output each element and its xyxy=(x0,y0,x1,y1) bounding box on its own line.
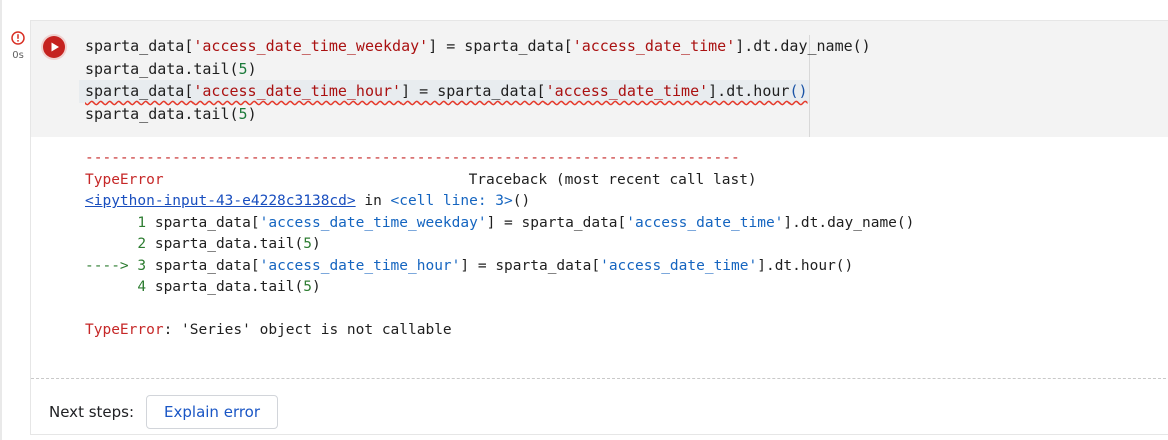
code-line-error: sparta_data['access_date_time_hour'] = s… xyxy=(79,80,809,103)
explain-error-button[interactable]: Explain error xyxy=(146,395,279,429)
output-divider xyxy=(31,378,1168,379)
traceback-header: TypeError Traceback (most recent call las… xyxy=(85,171,757,188)
error-icon xyxy=(11,31,25,45)
traceback-code-line: 1 sparta_data['access_date_time_weekday'… xyxy=(85,214,915,231)
play-icon xyxy=(51,42,59,52)
traceback-code-line-current: ----> 3 sparta_data['access_date_time_ho… xyxy=(85,257,854,274)
traceback-separator: ----------------------------------------… xyxy=(85,150,740,166)
code-line: sparta_data.tail(5) xyxy=(85,104,257,123)
traceback-code-line: 2 sparta_data.tail(5) xyxy=(85,236,321,252)
code-area: sparta_data['access_date_time_weekday'] … xyxy=(31,21,1168,137)
cell-status: 0s xyxy=(8,30,28,61)
error-message: TypeError: 'Series' object is not callab… xyxy=(85,322,452,338)
next-steps-label: Next steps: xyxy=(49,403,135,421)
traceback-location: <ipython-input-43-e4228c3138cd> in <cell… xyxy=(85,193,531,209)
code-cell: sparta_data['access_date_time_weekday'] … xyxy=(30,20,1168,435)
code-line: sparta_data['access_date_time_weekday'] … xyxy=(85,37,871,55)
code-line: sparta_data.tail(5) xyxy=(85,59,257,78)
next-steps-bar: Next steps: Explain error xyxy=(49,394,279,430)
execution-time: 0s xyxy=(12,50,24,61)
left-gutter-line xyxy=(0,0,2,440)
cell-output: ----------------------------------------… xyxy=(85,148,1165,342)
traceback-code-line: 4 sparta_data.tail(5) xyxy=(85,279,321,295)
run-button[interactable] xyxy=(43,36,65,58)
code-editor[interactable]: sparta_data['access_date_time_weekday'] … xyxy=(79,35,871,137)
traceback-source-link[interactable]: <ipython-input-43-e4228c3138cd> xyxy=(85,193,356,209)
